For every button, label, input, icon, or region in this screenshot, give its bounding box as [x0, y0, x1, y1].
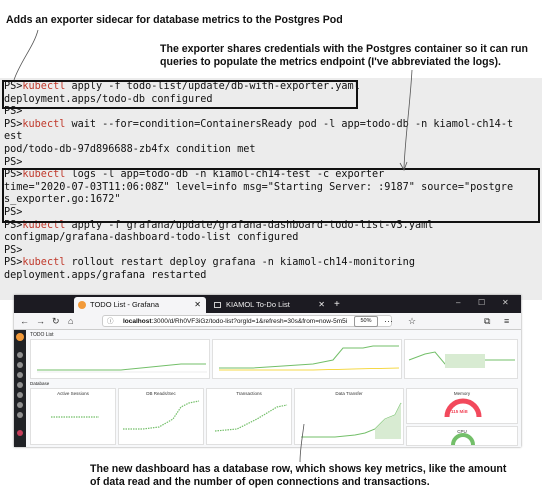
- terminal-line: PS>kubectl rollout restart deploy grafan…: [4, 257, 415, 270]
- panel-active-sessions: Active Sessions: [30, 388, 116, 445]
- tab-grafana[interactable]: TODO List - Grafana ✕: [74, 297, 206, 313]
- plus-icon[interactable]: [17, 362, 23, 368]
- grafana-logo-icon: [78, 301, 86, 309]
- tab-grafana-label: TODO List - Grafana: [90, 300, 160, 309]
- line-chart: [51, 416, 99, 418]
- browser-nav-bar: ← → ↻ ⌂ ⓘ localhost:3000/d/Rh0VF3iGz/tod…: [14, 313, 521, 330]
- page-title[interactable]: TODO List: [30, 332, 54, 338]
- graph-panel-memory: [404, 339, 518, 379]
- highlight-box-exporter-logs: [2, 168, 540, 223]
- panel-title: Active Sessions: [57, 391, 89, 396]
- browser-window: TODO List - Grafana ✕ KIAMOL To-Do List …: [14, 295, 521, 447]
- line-chart: [301, 402, 402, 439]
- more-icon[interactable]: ···: [384, 315, 393, 327]
- back-icon[interactable]: ←: [20, 315, 29, 327]
- terminal-line: deployment.apps/grafana restarted: [4, 270, 207, 281]
- url-bar[interactable]: ⓘ localhost:3000/d/Rh0VF3iGz/todo-list?o…: [102, 315, 392, 327]
- terminal-line: configmap/grafana-dashboard-todo-list co…: [4, 232, 299, 244]
- avatar[interactable]: [17, 430, 23, 436]
- terminal-prompt: PS>: [4, 257, 23, 269]
- panel-data-transfer: Data Transfer: [294, 388, 404, 445]
- annotation-exporter-sidecar: Adds an exporter sidecar for database me…: [6, 14, 343, 26]
- panel-cpu-gauge: CPU: [406, 426, 518, 446]
- grafana-dashboard: TODO List Database Active Sessions DB Re…: [14, 330, 521, 447]
- reload-icon[interactable]: ↻: [52, 315, 60, 327]
- terminal-args: rollout restart deploy grafana -n kiamol…: [65, 257, 415, 269]
- zoom-indicator[interactable]: 50%: [354, 316, 378, 327]
- line-chart: [214, 404, 288, 432]
- terminal-args: wait --for=condition=ContainersReady pod…: [65, 118, 514, 130]
- tab-todo-list-label: KIAMOL To-Do List: [226, 300, 290, 309]
- shield-icon[interactable]: [17, 412, 23, 418]
- close-icon[interactable]: ✕: [318, 297, 325, 313]
- close-icon[interactable]: ✕: [194, 297, 201, 313]
- panel-title: CPU: [457, 429, 467, 434]
- url-path: :3000/d/Rh0VF3iGz/todo-list?orgId=1&refr…: [151, 318, 348, 325]
- terminal-command: kubectl: [22, 257, 66, 269]
- panel-transactions: Transactions: [206, 388, 292, 445]
- gear-icon[interactable]: [17, 402, 23, 408]
- line-chart: [123, 400, 200, 430]
- graph-panel-requests: [30, 339, 210, 379]
- panel-title: Transactions: [236, 391, 262, 396]
- highlight-box-apply-exporter: [2, 80, 358, 109]
- dashboards-icon[interactable]: [17, 372, 23, 378]
- tab-todo-list[interactable]: KIAMOL To-Do List ✕: [210, 297, 330, 313]
- grafana-sidebar: [14, 330, 26, 447]
- new-tab-button[interactable]: +: [332, 297, 346, 313]
- annotation-exporter-credentials: The exporter shares credentials with the…: [160, 43, 528, 68]
- line-chart: [408, 351, 515, 368]
- terminal-line: pod/todo-db-97d896688-zb4fx condition me…: [4, 144, 256, 155]
- annotation-database-row: The new dashboard has a database row, wh…: [90, 463, 507, 488]
- terminal-prompt: PS>: [4, 118, 23, 130]
- minimize-icon[interactable]: –: [456, 298, 460, 307]
- extensions-icon[interactable]: ⧉: [484, 315, 490, 327]
- panel-title: Data Transfer: [335, 391, 363, 396]
- page-icon: [214, 302, 221, 308]
- terminal-line: est: [4, 131, 23, 143]
- url-host: localhost: [123, 318, 152, 325]
- grafana-logo-icon[interactable]: [16, 333, 24, 341]
- terminal-command: kubectl: [22, 118, 66, 130]
- panel-db-reads: DB Reads/Sec: [118, 388, 204, 445]
- line-chart: [219, 345, 400, 371]
- forward-icon[interactable]: →: [36, 315, 45, 327]
- info-icon: ⓘ: [107, 318, 114, 325]
- browser-tab-bar: TODO List - Grafana ✕ KIAMOL To-Do List …: [14, 295, 521, 313]
- panel-title: DB Reads/Sec: [146, 391, 176, 396]
- row-title-database[interactable]: Database: [30, 381, 49, 386]
- explore-icon[interactable]: [17, 382, 23, 388]
- line-chart: [37, 363, 207, 373]
- home-icon[interactable]: ⌂: [68, 315, 73, 327]
- terminal-line: PS>kubectl wait --for=condition=Containe…: [4, 119, 513, 132]
- close-window-icon[interactable]: ✕: [502, 298, 509, 307]
- graph-panel-response: [212, 339, 402, 379]
- panel-title: Memory: [453, 391, 471, 396]
- maximize-icon[interactable]: ☐: [478, 298, 485, 307]
- panel-memory-gauge: Memory 115 MiB: [406, 388, 518, 424]
- terminal-line: PS>: [4, 244, 23, 256]
- menu-icon[interactable]: ≡: [504, 315, 509, 327]
- search-icon[interactable]: [17, 352, 23, 358]
- bookmark-star-icon[interactable]: ☆: [408, 315, 416, 327]
- alert-icon[interactable]: [17, 392, 23, 398]
- gauge-value: 115 MiB: [451, 409, 468, 414]
